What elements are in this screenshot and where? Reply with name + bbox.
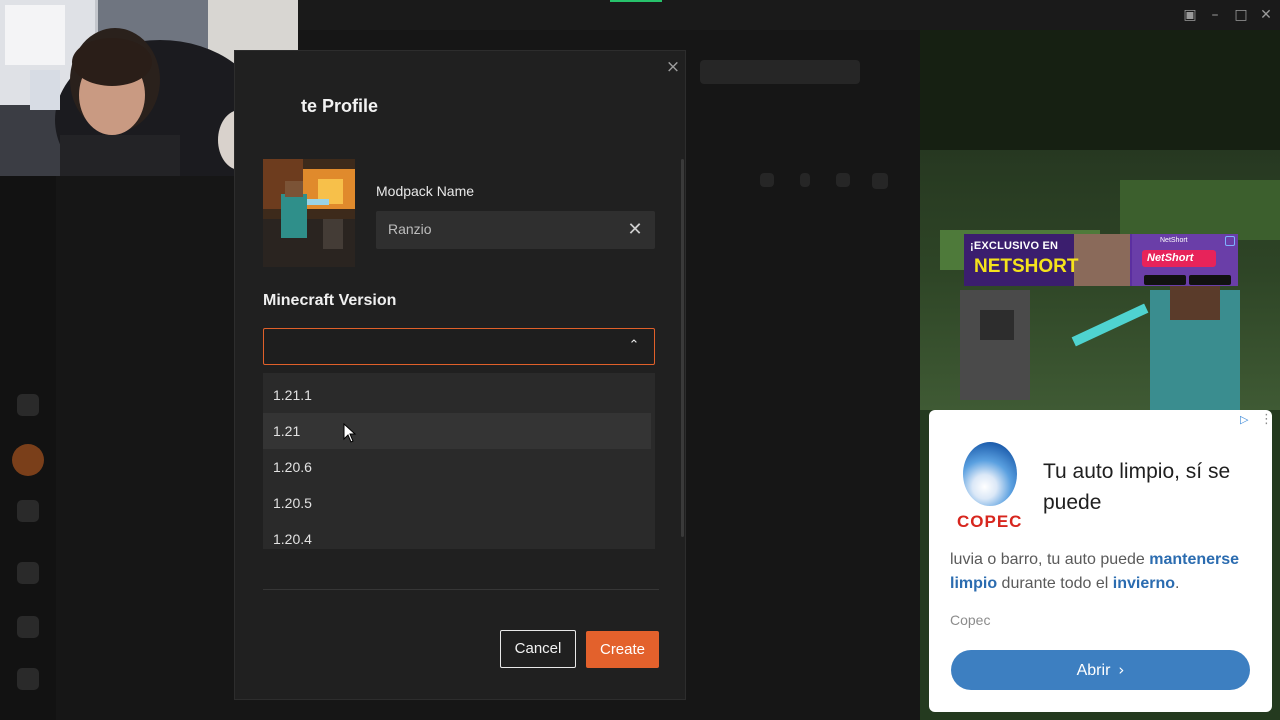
ad-info-icon[interactable]: ▷ <box>1240 414 1252 426</box>
background-filter-icon <box>836 173 850 187</box>
ad-body-highlight: invierno <box>1112 575 1175 592</box>
sidebar-instance-icon[interactable] <box>12 444 44 476</box>
modpack-image <box>263 159 355 267</box>
screen: ▣ – □ ✕ te Profile × Modpack Name Ranzio… <box>0 0 1280 720</box>
create-button[interactable]: Create <box>586 631 659 668</box>
layout-icon[interactable]: ▣ <box>1181 6 1199 24</box>
background-sort-icon <box>800 173 810 187</box>
window-close-icon[interactable]: ✕ <box>1257 6 1275 24</box>
create-profile-dialog: te Profile × Modpack Name Ranzio ✕ Minec… <box>234 50 686 700</box>
ad-body-text: durante todo el <box>997 575 1113 592</box>
banner-brand: NETSHORT <box>974 256 1079 277</box>
sidebar-discord-icon[interactable] <box>17 500 39 522</box>
dialog-scrollbar[interactable] <box>681 159 684 537</box>
version-option[interactable]: 1.20.4 <box>263 521 651 549</box>
dialog-close-icon[interactable]: × <box>663 57 683 77</box>
version-dropdown-list[interactable]: 1.21.1 1.21 1.20.6 1.20.5 1.20.4 <box>263 373 655 549</box>
app-store-badges <box>1144 272 1234 285</box>
background-search-icon <box>760 173 774 187</box>
app-accent-bar <box>610 0 662 2</box>
modpack-thumbnail[interactable] <box>263 159 355 267</box>
banner-photo <box>1074 234 1130 286</box>
chevron-right-icon: › <box>1118 661 1125 679</box>
minecraft-version-select[interactable]: ⌃ <box>263 328 655 365</box>
ad-open-label: Abrir <box>1076 662 1111 679</box>
sidebar-home-icon[interactable] <box>17 394 39 416</box>
ad-open-button[interactable]: Abrir › <box>951 650 1250 690</box>
copec-logo-icon <box>963 442 1017 506</box>
background-account-pill <box>700 60 860 84</box>
modpack-name-field[interactable]: Ranzio ✕ <box>376 211 655 249</box>
footer-divider <box>263 589 659 590</box>
version-option[interactable]: 1.21.1 <box>263 377 651 413</box>
banner-app-name: NetShort <box>1142 250 1216 267</box>
minecraft-version-label: Minecraft Version <box>263 292 397 309</box>
dialog-title: te Profile <box>301 96 379 116</box>
netshort-banner-ad[interactable]: ¡EXCLUSIVO EN NETSHORT NetShort NetShort <box>964 234 1238 286</box>
app-sidebar <box>0 170 56 720</box>
ad-body-text: . <box>1174 575 1180 592</box>
sidebar-settings-icon[interactable] <box>17 668 39 690</box>
adchoices-icon[interactable] <box>1225 236 1235 246</box>
modpack-name-label: Modpack Name <box>376 183 475 199</box>
ad-body: luvia o barro, tu auto puede mantenerse … <box>950 548 1260 596</box>
banner-app-tag: NetShort <box>1160 237 1188 244</box>
minimize-icon[interactable]: – <box>1206 6 1224 24</box>
background-grid-icon <box>872 173 888 189</box>
banner-headline: ¡EXCLUSIVO EN <box>970 240 1059 252</box>
mouse-cursor-icon <box>343 423 357 443</box>
cancel-button[interactable]: Cancel <box>500 630 576 668</box>
copec-ad-card[interactable]: ▷ ⋮ COPEC Tu auto limpio, sí se puede lu… <box>929 410 1272 712</box>
chevron-up-icon[interactable]: ⌃ <box>624 336 644 356</box>
sidebar-download-icon[interactable] <box>17 562 39 584</box>
app-store-badge <box>1144 275 1186 285</box>
version-option[interactable]: 1.20.5 <box>263 485 651 521</box>
copec-logo-text: COPEC <box>957 512 1023 531</box>
maximize-icon[interactable]: □ <box>1232 6 1250 24</box>
ad-advertiser: Copec <box>950 612 991 628</box>
google-play-badge <box>1189 275 1231 285</box>
clear-icon[interactable]: ✕ <box>625 220 645 240</box>
modpack-name-value[interactable]: Ranzio <box>388 221 432 237</box>
ad-headline[interactable]: Tu auto limpio, sí se puede <box>1043 456 1253 518</box>
sidebar-news-icon[interactable] <box>17 616 39 638</box>
ad-body-text: luvia o barro, tu auto puede <box>950 551 1150 568</box>
ad-menu-icon[interactable]: ⋮ <box>1260 412 1272 428</box>
version-option-hovered[interactable]: 1.21 <box>263 413 651 449</box>
version-option[interactable]: 1.20.6 <box>263 449 651 485</box>
